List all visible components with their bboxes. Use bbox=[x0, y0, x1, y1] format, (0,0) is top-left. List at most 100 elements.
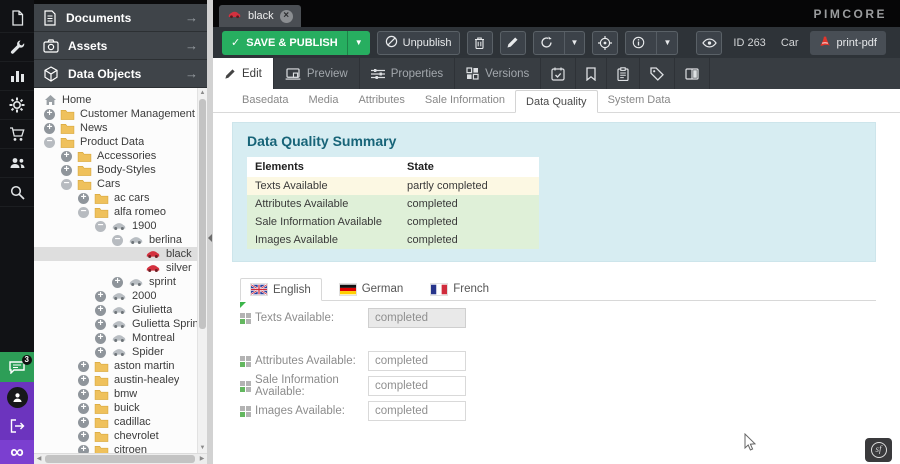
tree-item[interactable]: Customer Management bbox=[34, 107, 207, 121]
expand-icon[interactable] bbox=[95, 291, 106, 302]
tree-item[interactable]: Spider bbox=[34, 345, 207, 359]
users-icon[interactable] bbox=[0, 149, 34, 178]
save-options-caret[interactable]: ▼ bbox=[347, 31, 370, 55]
unpublish-button[interactable]: Unpublish bbox=[377, 31, 460, 55]
tree-item[interactable]: 2000 bbox=[34, 289, 207, 303]
tab-bookmark[interactable] bbox=[576, 58, 607, 89]
subtab-sale-information[interactable]: Sale Information bbox=[415, 89, 515, 112]
tree-item[interactable]: sprint bbox=[34, 275, 207, 289]
info-button[interactable]: ▼ bbox=[625, 31, 678, 55]
expand-icon[interactable] bbox=[78, 431, 89, 442]
tree-item[interactable]: Cars bbox=[34, 177, 207, 191]
expand-icon[interactable] bbox=[44, 123, 55, 134]
scrollbar-thumb[interactable] bbox=[45, 455, 195, 463]
attributes-available-input[interactable] bbox=[368, 351, 466, 371]
tree-item[interactable]: Accessories bbox=[34, 149, 207, 163]
pimcore-logo-icon[interactable]: ∞ bbox=[0, 440, 34, 464]
sale-information-available-input[interactable] bbox=[368, 376, 466, 396]
expand-icon[interactable] bbox=[61, 165, 72, 176]
open-preview-button[interactable] bbox=[696, 31, 722, 55]
expand-icon[interactable] bbox=[78, 375, 89, 386]
subtab-media[interactable]: Media bbox=[298, 89, 348, 112]
save-publish-button[interactable]: ✓SAVE & PUBLISH ▼ bbox=[222, 31, 370, 55]
tree-item[interactable]: citroen bbox=[34, 443, 207, 453]
settings-icon[interactable] bbox=[0, 91, 34, 120]
stats-icon[interactable] bbox=[0, 62, 34, 91]
locate-in-tree-button[interactable] bbox=[592, 31, 618, 55]
user-icon[interactable] bbox=[0, 382, 34, 412]
tab-schedule[interactable] bbox=[541, 58, 576, 89]
reload-icon[interactable] bbox=[534, 32, 559, 54]
subtab-data-quality[interactable]: Data Quality bbox=[515, 90, 598, 113]
expand-icon[interactable] bbox=[78, 193, 89, 204]
expand-icon[interactable] bbox=[78, 361, 89, 372]
rename-button[interactable] bbox=[500, 31, 526, 55]
expand-icon[interactable] bbox=[78, 417, 89, 428]
tree-item[interactable]: Gulietta Sprint Specia bbox=[34, 317, 207, 331]
tree-item[interactable]: Product Data bbox=[34, 135, 207, 149]
tree-item[interactable]: berlina bbox=[34, 233, 207, 247]
scroll-up-icon[interactable]: ▲ bbox=[198, 88, 207, 98]
accordion-documents[interactable]: Documents → bbox=[34, 4, 207, 32]
object-tab-black[interactable]: black × bbox=[219, 5, 301, 27]
delete-button[interactable] bbox=[467, 31, 493, 55]
subtab-basedata[interactable]: Basedata bbox=[232, 89, 298, 112]
tab-notes[interactable] bbox=[607, 58, 640, 89]
lang-tab-english[interactable]: English bbox=[240, 278, 322, 301]
tree-item[interactable]: chevrolet bbox=[34, 429, 207, 443]
expand-icon[interactable] bbox=[61, 151, 72, 162]
search-icon[interactable] bbox=[0, 178, 34, 207]
tools-icon[interactable] bbox=[0, 33, 34, 62]
tree-item[interactable]: austin-healey bbox=[34, 373, 207, 387]
scrollbar-thumb[interactable] bbox=[199, 99, 206, 329]
reload-options-caret[interactable]: ▼ bbox=[564, 32, 585, 54]
info-icon[interactable] bbox=[626, 32, 651, 54]
subtab-attributes[interactable]: Attributes bbox=[348, 89, 414, 112]
lang-tab-french[interactable]: French bbox=[421, 278, 499, 300]
logout-icon[interactable] bbox=[0, 412, 34, 440]
tree-item[interactable]: cadillac bbox=[34, 415, 207, 429]
tree-vertical-scrollbar[interactable]: ▲ ▼ bbox=[197, 88, 207, 453]
collapse-icon[interactable] bbox=[112, 235, 123, 246]
tab-properties[interactable]: Properties bbox=[360, 58, 455, 89]
scroll-left-icon[interactable]: ◀ bbox=[34, 454, 44, 464]
tree-horizontal-scrollbar[interactable]: ◀ ▶ bbox=[34, 453, 207, 464]
tree-item-home[interactable]: Home bbox=[34, 93, 207, 107]
tab-edit[interactable]: Edit bbox=[213, 58, 274, 89]
tab-versions[interactable]: Versions bbox=[455, 58, 541, 89]
scroll-right-icon[interactable]: ▶ bbox=[197, 454, 207, 464]
reload-button[interactable]: ▼ bbox=[533, 31, 586, 55]
expand-icon[interactable] bbox=[78, 403, 89, 414]
tree-item[interactable]: silver bbox=[34, 261, 207, 275]
tree-item[interactable]: Montreal bbox=[34, 331, 207, 345]
accordion-assets[interactable]: Assets → bbox=[34, 32, 207, 60]
expand-icon[interactable] bbox=[95, 319, 106, 330]
tree-item-black[interactable]: black bbox=[34, 247, 207, 261]
collapse-icon[interactable] bbox=[78, 207, 89, 218]
expand-icon[interactable] bbox=[44, 109, 55, 120]
tab-preview[interactable]: Preview bbox=[274, 58, 360, 89]
tab-layout[interactable] bbox=[675, 58, 710, 89]
profiler-toggle[interactable]: sf bbox=[865, 438, 892, 462]
tree-item[interactable]: alfa romeo bbox=[34, 205, 207, 219]
tree-item[interactable]: Body-Styles bbox=[34, 163, 207, 177]
texts-available-input[interactable] bbox=[368, 308, 466, 328]
tree-item[interactable]: Giulietta bbox=[34, 303, 207, 317]
images-available-input[interactable] bbox=[368, 401, 466, 421]
expand-icon[interactable] bbox=[78, 389, 89, 400]
subtab-system-data[interactable]: System Data bbox=[598, 89, 681, 112]
chat-icon[interactable]: 3 bbox=[0, 352, 34, 382]
close-icon[interactable]: × bbox=[280, 10, 293, 23]
expand-icon[interactable] bbox=[112, 277, 123, 288]
tree-item[interactable]: buick bbox=[34, 401, 207, 415]
tree-item[interactable]: ac cars bbox=[34, 191, 207, 205]
info-options-caret[interactable]: ▼ bbox=[656, 32, 677, 54]
file-icon[interactable] bbox=[0, 4, 34, 33]
tree-item[interactable]: 1900 bbox=[34, 219, 207, 233]
collapse-icon[interactable] bbox=[61, 179, 72, 190]
tab-tags[interactable] bbox=[640, 58, 675, 89]
tree-item[interactable]: aston martin bbox=[34, 359, 207, 373]
collapse-icon[interactable] bbox=[95, 221, 106, 232]
scroll-down-icon[interactable]: ▼ bbox=[198, 443, 207, 453]
accordion-data-objects[interactable]: Data Objects → bbox=[34, 60, 207, 88]
